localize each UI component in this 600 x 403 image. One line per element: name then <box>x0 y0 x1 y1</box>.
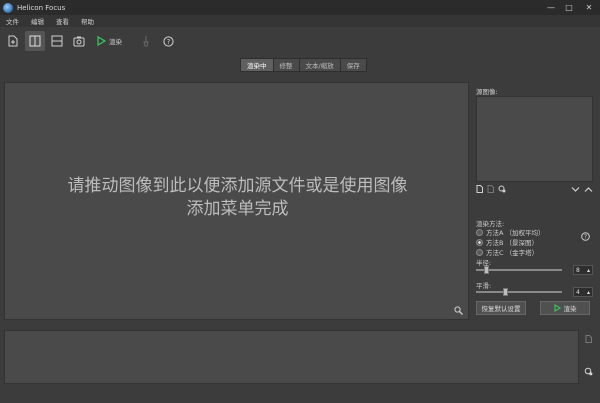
method-c-radio[interactable] <box>476 248 483 256</box>
maximize-button[interactable]: □ <box>560 0 578 15</box>
title-bar: Helicon Focus — □ ✕ <box>0 0 600 15</box>
tab-render[interactable]: 渲染中 <box>240 58 274 72</box>
smoothing-slider[interactable] <box>476 288 562 296</box>
method-help-icon[interactable]: ? <box>581 232 590 241</box>
image-viewer[interactable]: 请推动图像到此以便添加源文件或是使用图像 添加菜单完成 <box>4 82 469 320</box>
method-c-option[interactable]: 方法C （金字塔） <box>476 247 538 257</box>
output-thumbnail-panel[interactable] <box>4 330 579 384</box>
remove-file-icon[interactable] <box>487 185 494 193</box>
radius-slider-handle[interactable] <box>484 266 489 274</box>
smoothing-slider-handle[interactable] <box>503 288 508 296</box>
method-b-label: 方法B （景深图） <box>486 239 539 247</box>
method-a-option[interactable]: 方法A （加权平均） <box>476 227 545 237</box>
tab-text-scale[interactable]: 文本/缩放 <box>298 58 341 72</box>
render-play-icon <box>97 36 106 46</box>
method-a-radio[interactable] <box>476 228 483 236</box>
new-file-icon <box>8 35 18 47</box>
split-horizontal-icon <box>51 35 63 47</box>
chevron-up-icon[interactable] <box>584 186 593 193</box>
split-horizontal-button[interactable] <box>47 31 67 51</box>
close-button[interactable]: ✕ <box>578 0 600 15</box>
menu-bar: 文件 编辑 查看 帮助 <box>0 15 600 27</box>
output-settings-icon[interactable] <box>584 367 593 376</box>
add-file-icon[interactable] <box>476 185 483 193</box>
split-vertical-icon <box>29 35 41 47</box>
render-play-icon <box>553 304 561 312</box>
tab-save[interactable]: 保存 <box>339 58 367 72</box>
reset-defaults-button[interactable]: 恢复默认设置 <box>476 301 526 315</box>
window-controls: — □ ✕ <box>542 0 600 15</box>
smoothing-value: 4 <box>576 288 580 296</box>
svg-text:?: ? <box>584 234 587 241</box>
drop-hint-line-2: 添加菜单完成 <box>186 199 289 219</box>
brush-icon <box>143 36 149 47</box>
smoothing-slider-row: 4 ▴ <box>476 287 593 297</box>
toolbar-render-button[interactable]: 渲染 <box>97 36 122 46</box>
svg-text:?: ? <box>166 38 170 46</box>
smoothing-spinbox[interactable]: 4 ▴ <box>573 287 593 297</box>
menu-view[interactable]: 查看 <box>50 16 75 26</box>
drop-hint: 请推动图像到此以便添加源文件或是使用图像 添加菜单完成 <box>5 175 470 221</box>
radius-slider[interactable] <box>476 266 562 274</box>
radius-value: 8 <box>576 266 580 274</box>
radius-spinbox[interactable]: 8 ▴ <box>573 265 593 275</box>
app-logo-icon <box>3 2 13 13</box>
method-c-label: 方法C （金字塔） <box>486 249 539 257</box>
method-a-label: 方法A （加权平均） <box>486 229 545 237</box>
render-button-label: 渲染 <box>563 305 577 313</box>
method-b-radio[interactable] <box>476 238 483 246</box>
source-settings-icon[interactable] <box>498 185 506 193</box>
menu-file[interactable]: 文件 <box>0 16 25 26</box>
zoom-icon[interactable] <box>454 306 463 315</box>
photo-icon <box>73 36 85 46</box>
mode-tabs: 渲染中 修整 文本/缩放 保存 <box>240 58 367 72</box>
side-panel: 源图像: 渲染方法: 方法A （加权平均） 方法B （景深图） 方法C （金字塔… <box>474 84 596 320</box>
photo-view-button[interactable] <box>69 31 89 51</box>
menu-edit[interactable]: 编辑 <box>25 16 50 26</box>
spin-arrows-icon: ▴ <box>586 288 590 296</box>
source-tools <box>476 184 593 194</box>
output-file-icon[interactable] <box>585 335 592 343</box>
drop-hint-line-1: 请推动图像到此以便添加源文件或是使用图像 <box>67 176 408 196</box>
retouch-button[interactable] <box>136 31 156 51</box>
split-vertical-button[interactable] <box>25 31 45 51</box>
source-images-label: 源图像: <box>476 88 498 96</box>
toolbar-render-label: 渲染 <box>109 38 122 46</box>
window-title: Helicon Focus <box>17 3 66 12</box>
render-button[interactable]: 渲染 <box>540 301 590 315</box>
help-icon: ? <box>162 35 174 47</box>
help-button[interactable]: ? <box>158 31 178 51</box>
radius-slider-row: 8 ▴ <box>476 265 593 275</box>
toolbar: 渲染 ? <box>0 28 600 54</box>
chevron-down-icon[interactable] <box>571 186 580 193</box>
new-project-button[interactable] <box>3 31 23 51</box>
minimize-button[interactable]: — <box>542 0 560 15</box>
panel-collapse-controls <box>571 186 593 193</box>
tab-retouch[interactable]: 修整 <box>272 58 300 72</box>
source-image-list[interactable] <box>476 96 593 182</box>
method-b-option[interactable]: 方法B （景深图） <box>476 237 538 247</box>
menu-help[interactable]: 帮助 <box>75 16 100 26</box>
spin-arrows-icon: ▴ <box>586 266 590 274</box>
